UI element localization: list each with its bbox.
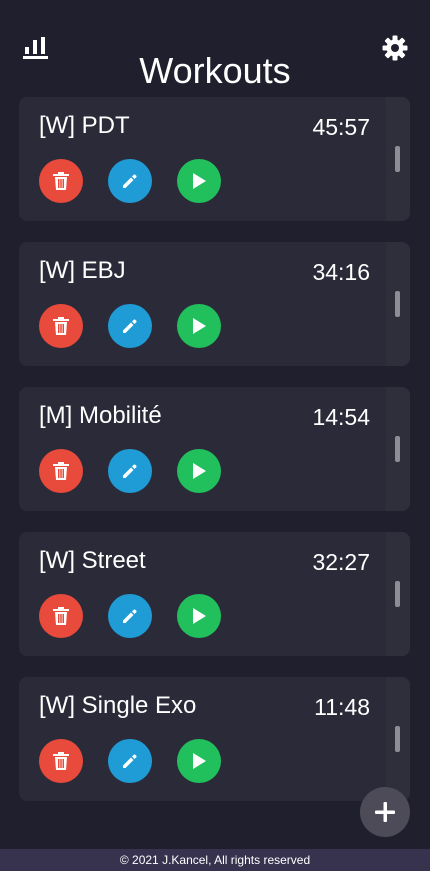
workout-card[interactable]: [M] Mobilité 14:54: [19, 387, 410, 511]
workout-card[interactable]: [W] PDT 45:57: [19, 97, 410, 221]
pencil-icon: [123, 609, 137, 623]
workout-duration: 45:57: [312, 114, 370, 140]
gear-icon: [382, 35, 408, 61]
scrollbar[interactable]: [386, 387, 410, 511]
workout-name: [W] PDT: [39, 112, 130, 139]
settings-button[interactable]: [381, 34, 409, 62]
workout-actions: [39, 304, 221, 348]
play-icon: [193, 318, 206, 334]
workout-duration: 34:16: [312, 259, 370, 285]
workout-actions: [39, 739, 221, 783]
scrollbar[interactable]: [386, 532, 410, 656]
play-button[interactable]: [177, 304, 221, 348]
delete-button[interactable]: [39, 449, 83, 493]
workout-card[interactable]: [W] EBJ 34:16: [19, 242, 410, 366]
workout-name: [W] Street: [39, 547, 146, 574]
trash-icon: [53, 462, 69, 480]
workout-duration: 14:54: [312, 404, 370, 430]
scrollbar-thumb[interactable]: [395, 581, 400, 607]
workout-duration: 11:48: [314, 694, 370, 720]
pencil-icon: [123, 464, 137, 478]
app-header: Workouts: [0, 0, 430, 92]
edit-button[interactable]: [108, 594, 152, 638]
workout-actions: [39, 449, 221, 493]
edit-button[interactable]: [108, 449, 152, 493]
add-workout-button[interactable]: [360, 787, 410, 837]
workout-duration: 32:27: [312, 549, 370, 575]
play-icon: [193, 463, 206, 479]
edit-button[interactable]: [108, 159, 152, 203]
pencil-icon: [123, 319, 137, 333]
plus-icon: [375, 802, 395, 822]
play-icon: [193, 173, 206, 189]
scrollbar-thumb[interactable]: [395, 436, 400, 462]
pencil-icon: [123, 174, 137, 188]
delete-button[interactable]: [39, 304, 83, 348]
workout-card[interactable]: [W] Single Exo 11:48: [19, 677, 410, 801]
scrollbar[interactable]: [386, 242, 410, 366]
delete-button[interactable]: [39, 159, 83, 203]
play-icon: [193, 753, 206, 769]
workout-name: [W] EBJ: [39, 257, 126, 284]
workout-name: [W] Single Exo: [39, 692, 197, 719]
workout-actions: [39, 594, 221, 638]
play-button[interactable]: [177, 739, 221, 783]
scrollbar-thumb[interactable]: [395, 291, 400, 317]
edit-button[interactable]: [108, 304, 152, 348]
trash-icon: [53, 607, 69, 625]
play-button[interactable]: [177, 594, 221, 638]
workout-actions: [39, 159, 221, 203]
trash-icon: [53, 172, 69, 190]
workout-list[interactable]: [W] PDT 45:57 [W] EBJ 34:16 [M] Mobilité…: [19, 97, 410, 822]
delete-button[interactable]: [39, 594, 83, 638]
trash-icon: [53, 752, 69, 770]
scrollbar-thumb[interactable]: [395, 726, 400, 752]
workout-name: [M] Mobilité: [39, 402, 162, 429]
scrollbar[interactable]: [386, 97, 410, 221]
pencil-icon: [123, 754, 137, 768]
play-icon: [193, 608, 206, 624]
trash-icon: [53, 317, 69, 335]
scrollbar[interactable]: [386, 677, 410, 801]
play-button[interactable]: [177, 159, 221, 203]
delete-button[interactable]: [39, 739, 83, 783]
edit-button[interactable]: [108, 739, 152, 783]
footer-copyright: © 2021 J.Kancel, All rights reserved: [0, 849, 430, 871]
workout-card[interactable]: [W] Street 32:27: [19, 532, 410, 656]
play-button[interactable]: [177, 449, 221, 493]
scrollbar-thumb[interactable]: [395, 146, 400, 172]
page-title: Workouts: [139, 50, 291, 92]
